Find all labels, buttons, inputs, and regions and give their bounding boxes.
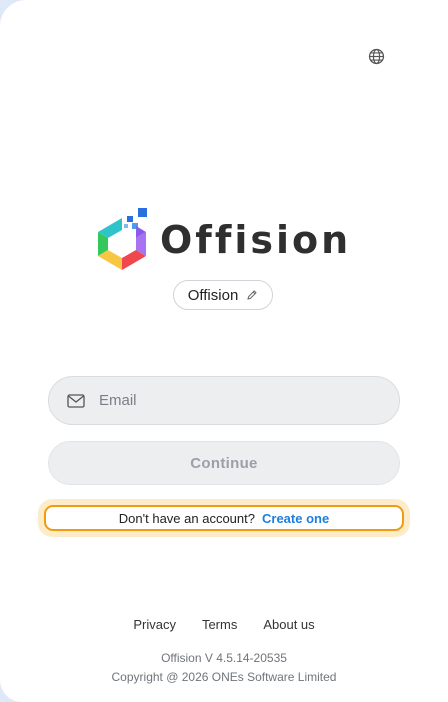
- globe-icon: [368, 48, 384, 64]
- signup-prompt: Don't have an account? Create one: [44, 505, 404, 531]
- brand-name: Offision: [160, 218, 352, 262]
- brand-logo: Offision: [94, 206, 354, 274]
- workspace-name: Offision: [187, 286, 239, 304]
- mail-icon: [67, 393, 85, 408]
- email-input[interactable]: [97, 391, 381, 410]
- create-account-link[interactable]: Create one: [262, 511, 329, 526]
- workspace-selector-button[interactable]: Offision: [173, 280, 273, 310]
- privacy-link[interactable]: Privacy: [133, 617, 176, 632]
- footer-links: Privacy Terms About us: [0, 617, 448, 632]
- about-us-link[interactable]: About us: [263, 617, 314, 632]
- offision-hexagon-logo-icon: [98, 208, 147, 270]
- language-button[interactable]: [366, 46, 386, 66]
- app-version: Offision V 4.5.14-20535: [161, 651, 287, 665]
- terms-link[interactable]: Terms: [202, 617, 237, 632]
- pencil-icon: [247, 290, 258, 300]
- signup-question: Don't have an account?: [118, 510, 255, 526]
- email-field[interactable]: [48, 376, 400, 425]
- copyright-notice: Copyright @ 2026 ONEs Software Limited: [111, 670, 337, 684]
- continue-button[interactable]: Continue: [48, 441, 400, 485]
- login-card: Offision Offision Continue Don't have an…: [0, 0, 448, 702]
